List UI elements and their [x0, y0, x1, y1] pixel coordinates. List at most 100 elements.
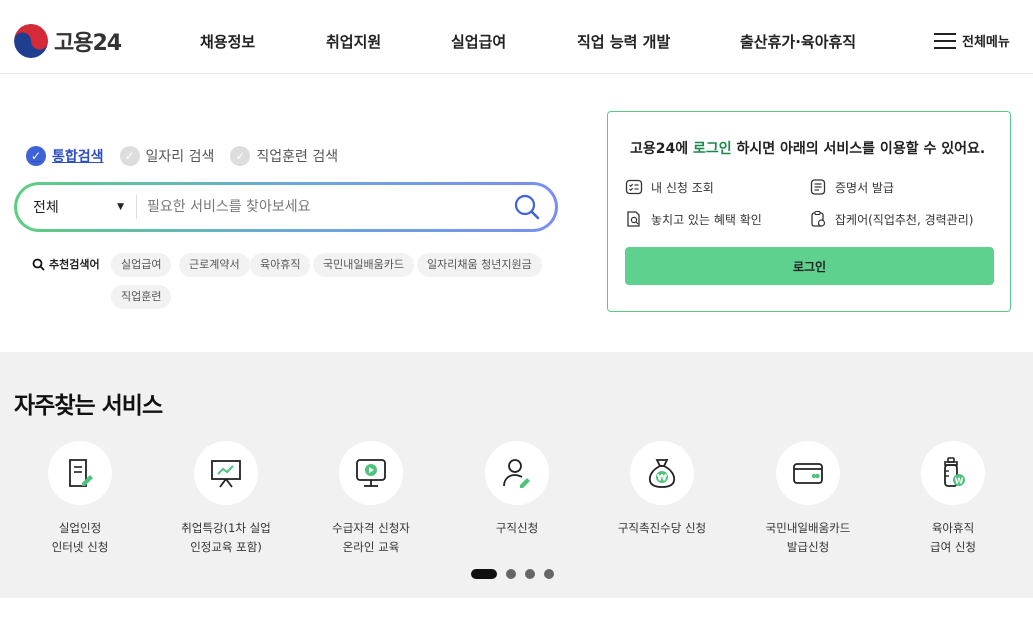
service-online-education[interactable]: 수급자격 신청자 온라인 교육: [301, 441, 441, 557]
service-job-application[interactable]: 구직신청: [447, 441, 587, 538]
tab-label: 일자리 검색: [145, 149, 215, 165]
service-label-line1: 국민내일배움카드: [765, 521, 851, 535]
keyword-chip[interactable]: 직업훈련: [111, 285, 172, 309]
service-employment-lecture[interactable]: 취업특강(1차 실업인정교육 포함): [156, 441, 296, 557]
search-tabs: ✓ 통합검색 ✓ 일자리 검색 ✓ 직업훈련 검색: [26, 146, 338, 166]
recommend-label: 추천검색어: [32, 256, 100, 272]
carousel-pagination: [471, 569, 554, 579]
service-label: 수급자격 신청자 온라인 교육: [301, 519, 441, 557]
login-message: 고용24에 로그인 하시면 아래의 서비스를 이용할 수 있어요.: [630, 138, 985, 158]
baby-bottle-icon: W: [944, 457, 965, 487]
lecture-board-icon: [211, 460, 241, 488]
service-label: 놓치고 있는 혜택 확인: [651, 212, 762, 227]
search-icon: [32, 258, 45, 271]
keyword-chip[interactable]: 국민내일배움카드: [313, 253, 414, 277]
service-learning-card[interactable]: 국민내일배움카드발급신청: [738, 441, 878, 557]
keyword-chip[interactable]: 실업급여: [111, 253, 172, 277]
service-label-line1: 구직신청: [495, 521, 539, 535]
check-icon: ✓: [26, 146, 46, 166]
service-icon-circle: [485, 441, 549, 505]
service-label: 실업인정 인터넷 신청: [10, 519, 150, 557]
search-box: 전체 ▼: [14, 182, 558, 232]
login-message-post: 하시면 아래의 서비스를 이용할 수 있어요.: [731, 141, 986, 157]
tab-label: 직업훈련 검색: [256, 149, 339, 165]
check-icon: ✓: [119, 146, 140, 166]
service-label: 구직신청: [447, 519, 587, 538]
svg-text:W: W: [955, 477, 964, 486]
pagination-dot[interactable]: [506, 569, 516, 579]
search-inner: 전체 ▼: [17, 185, 555, 229]
tab-job-search[interactable]: ✓ 일자리 검색: [119, 146, 215, 166]
jobcare-link[interactable]: 잡케어(직업추천, 경력관리): [809, 210, 973, 228]
service-unemployment-certification[interactable]: 실업인정 인터넷 신청: [10, 441, 150, 557]
nav-vocational-training[interactable]: 직업 능력 개발: [577, 31, 670, 52]
tab-label: 통합검색: [52, 149, 104, 165]
caret-down-icon: ▼: [117, 202, 124, 212]
login-button[interactable]: 로그인: [625, 247, 994, 285]
site-header: 고용24 채용정보 취업지원 실업급여 직업 능력 개발 출산휴가·육아휴직 전…: [0, 0, 1033, 74]
service-label: 국민내일배움카드발급신청: [738, 519, 878, 557]
hamburger-icon: [934, 32, 956, 49]
service-label: 구직촉진수당 신청: [592, 519, 732, 538]
service-label: 잡케어(직업추천, 경력관리): [835, 212, 974, 227]
login-message-pre: 고용24에: [630, 141, 693, 157]
checklist-icon: [625, 179, 643, 195]
person-pen-icon: [503, 459, 530, 488]
nav-unemployment-benefit[interactable]: 실업급여: [451, 31, 506, 52]
service-label-line1: 취업특강(1차 실업: [181, 521, 271, 535]
service-label-line2: 인터넷 신청: [51, 540, 109, 554]
nav-jobs[interactable]: 채용정보: [200, 31, 255, 52]
pagination-dot-active[interactable]: [471, 569, 497, 579]
service-label-line2: 인정교육 포함): [190, 540, 262, 554]
search-button[interactable]: [513, 193, 541, 221]
search-input[interactable]: [147, 199, 487, 215]
login-panel: 고용24에 로그인 하시면 아래의 서비스를 이용할 수 있어요. 내 신청 조…: [607, 111, 1011, 312]
service-icon-circle: W: [921, 441, 985, 505]
service-label-line2: 급여 신청: [930, 540, 976, 554]
service-parental-leave-benefit[interactable]: W 육아휴직급여 신청: [883, 441, 1023, 557]
recommend-label-text: 추천검색어: [49, 258, 100, 271]
money-bag-icon: ₩: [648, 459, 676, 488]
card-icon: [793, 463, 823, 484]
service-label: 취업특강(1차 실업인정교육 포함): [156, 519, 296, 557]
service-label-line1: 육아휴직: [931, 521, 975, 535]
keyword-chip[interactable]: 일자리채움 청년지원금: [417, 253, 542, 277]
service-label: 내 신청 조회: [651, 180, 714, 195]
nav-parental-leave[interactable]: 출산휴가·육아휴직: [740, 31, 856, 52]
missed-benefits-link[interactable]: 놓치고 있는 혜택 확인: [625, 210, 762, 228]
service-icon-circle: [48, 441, 112, 505]
service-icon-circle: [339, 441, 403, 505]
search-category-select[interactable]: 전체 ▼: [17, 195, 137, 219]
tab-integrated-search[interactable]: ✓ 통합검색: [26, 146, 104, 166]
certificate-icon: [810, 179, 826, 195]
login-message-highlight: 로그인: [693, 141, 732, 157]
keyword-chip[interactable]: 육아휴직: [250, 253, 311, 277]
service-icon-circle: [776, 441, 840, 505]
my-applications-link[interactable]: 내 신청 조회: [625, 178, 714, 196]
frequent-services-section: 자주찾는 서비스 실업인정 인터넷 신청 취업특강(1차 실업인정교육 포함) 수…: [0, 352, 1033, 598]
keyword-chip[interactable]: 근로계약서: [179, 253, 250, 277]
pagination-dot[interactable]: [525, 569, 535, 579]
logo-text: 고용24: [54, 31, 122, 56]
check-icon: ✓: [230, 146, 251, 166]
service-label-line2: 발급신청: [786, 540, 830, 554]
service-job-seeking-allowance[interactable]: ₩ 구직촉진수당 신청: [592, 441, 732, 538]
svg-text:₩: ₩: [657, 474, 667, 484]
pagination-dot[interactable]: [544, 569, 554, 579]
all-menu-button[interactable]: 전체메뉴: [934, 31, 1010, 50]
all-menu-label: 전체메뉴: [962, 35, 1010, 50]
service-icon-circle: ₩: [630, 441, 694, 505]
service-label-line2: 온라인 교육: [342, 540, 400, 554]
nav-employment-support[interactable]: 취업지원: [326, 31, 381, 52]
service-label-line1: 구직촉진수당 신청: [617, 521, 707, 535]
tab-training-search[interactable]: ✓ 직업훈련 검색: [230, 146, 338, 166]
site-logo[interactable]: 고용24: [14, 24, 122, 58]
document-pen-icon: [69, 459, 93, 487]
search-icon: [514, 194, 540, 220]
clipboard-gear-icon: [811, 210, 826, 227]
service-label: 증명서 발급: [835, 180, 895, 195]
category-value: 전체: [33, 200, 59, 216]
service-label: 육아휴직급여 신청: [883, 519, 1023, 557]
certificate-issue-link[interactable]: 증명서 발급: [809, 178, 894, 196]
section-title: 자주찾는 서비스: [14, 393, 163, 419]
